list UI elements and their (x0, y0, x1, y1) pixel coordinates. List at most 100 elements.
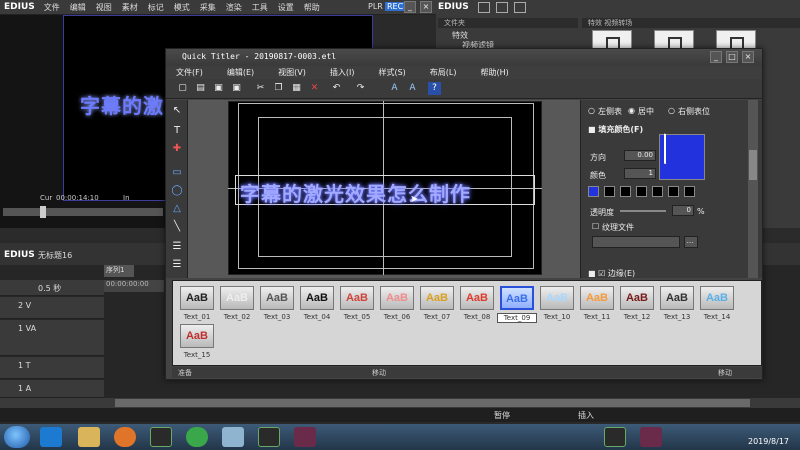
texture-checkbox[interactable]: ☐ (592, 222, 599, 231)
firefox-icon[interactable] (114, 427, 136, 447)
style-preset-item[interactable]: AaB Text_05 (337, 286, 377, 321)
style-preset-thumb[interactable]: AaB (300, 286, 334, 310)
menu-settings[interactable]: 设置 (273, 2, 299, 13)
properties-scrollbar[interactable] (748, 100, 758, 278)
undo-icon[interactable]: ↶ (330, 82, 343, 95)
align-right-radio[interactable]: ○ (668, 106, 675, 115)
opacity-slider[interactable] (620, 210, 666, 212)
folder-icon[interactable] (478, 2, 490, 13)
menu-capture[interactable]: 采集 (195, 2, 221, 13)
menu-file[interactable]: 文件 (39, 2, 65, 13)
align-left-radio[interactable]: ○ (588, 106, 595, 115)
menu-mode[interactable]: 模式 (169, 2, 195, 13)
timeline-ruler[interactable]: 00:00:00:00 (104, 280, 164, 292)
titler-menu-help[interactable]: 帮助(H) (481, 67, 509, 78)
color-swatch[interactable] (604, 186, 615, 197)
folder-icon[interactable] (78, 427, 100, 447)
app-icon[interactable] (294, 427, 316, 447)
color-swatch[interactable] (684, 186, 695, 197)
style-preset-item[interactable]: AaB Text_07 (417, 286, 457, 321)
color-swatch[interactable] (668, 186, 679, 197)
player-scrubber[interactable] (3, 208, 163, 216)
menu-help[interactable]: 帮助 (299, 2, 325, 13)
cut-icon[interactable]: ✂ (254, 82, 267, 95)
edius-icon[interactable] (150, 427, 172, 447)
color-swatch[interactable] (652, 186, 663, 197)
style-preset-item[interactable]: AaB Text_06 (377, 286, 417, 321)
edge-heading[interactable]: ■ ☑ 边缘(E) (588, 268, 635, 279)
style-preset-item[interactable]: AaB Text_13 (657, 286, 697, 321)
tray-icon[interactable] (604, 427, 626, 447)
style-preset-item[interactable]: AaB Text_15 (177, 324, 217, 359)
titler-maximize-button[interactable]: □ (726, 51, 738, 63)
color-swatch[interactable] (588, 186, 599, 197)
sequence-tab[interactable]: 序列1 (104, 265, 134, 277)
open-icon[interactable] (496, 2, 508, 13)
track-1t[interactable]: 1 T (0, 357, 104, 379)
style-preset-item[interactable]: AaB Text_09 (497, 286, 537, 323)
triangle-tool-icon[interactable]: △ (170, 202, 184, 216)
style-preset-item[interactable]: AaB Text_14 (697, 286, 737, 321)
scrubber-handle[interactable] (40, 206, 46, 218)
distribute-tool-icon[interactable]: ☰ (170, 258, 184, 272)
style-preset-item[interactable]: AaB Text_04 (297, 286, 337, 321)
select-arrow-icon[interactable]: ↖ (170, 104, 184, 118)
style-preset-thumb[interactable]: AaB (180, 324, 214, 348)
ellipse-tool-icon[interactable]: ◯ (170, 184, 184, 198)
start-button[interactable] (4, 426, 30, 448)
app-icon[interactable] (222, 427, 244, 447)
style-preset-thumb[interactable]: AaB (180, 286, 214, 310)
style-preset-item[interactable]: AaB Text_11 (577, 286, 617, 321)
save-as-icon[interactable]: ▣ (230, 82, 243, 95)
menu-tools[interactable]: 工具 (247, 2, 273, 13)
style-preset-item[interactable]: AaB Text_10 (537, 286, 577, 321)
style-preset-item[interactable]: AaB Text_01 (177, 286, 217, 321)
titler-close-button[interactable]: × (742, 51, 754, 63)
style-preset-thumb[interactable]: AaB (500, 286, 534, 310)
titler-menu-view[interactable]: 视图(V) (278, 67, 306, 78)
move-tool-icon[interactable]: ✚ (170, 142, 184, 156)
style-preset-thumb[interactable]: AaB (420, 286, 454, 310)
text-style-icon[interactable]: A (388, 82, 401, 95)
style-preset-thumb[interactable]: AaB (460, 286, 494, 310)
edius-icon[interactable] (258, 427, 280, 447)
texture-path-input[interactable] (592, 236, 680, 248)
menu-clip[interactable]: 素材 (117, 2, 143, 13)
sequence-name[interactable]: 无标题16 (38, 250, 72, 261)
style-preset-thumb[interactable]: AaB (220, 286, 254, 310)
save-icon[interactable]: ▣ (212, 82, 225, 95)
text-style-icon[interactable]: A (406, 82, 419, 95)
menu-edit[interactable]: 编辑 (65, 2, 91, 13)
browser-icon[interactable] (186, 427, 208, 447)
ie-icon[interactable] (40, 427, 62, 447)
track-1va[interactable]: 1 VA (0, 320, 104, 356)
direction-input[interactable]: 0.00 (624, 150, 656, 161)
properties-scroll-thumb[interactable] (749, 150, 757, 180)
align-tool-icon[interactable]: ☰ (170, 240, 184, 254)
style-preset-thumb[interactable]: AaB (540, 286, 574, 310)
zoom-level[interactable]: 0.5 秒 (38, 283, 61, 294)
style-preset-thumb[interactable]: AaB (580, 286, 614, 310)
copy-icon[interactable]: ❐ (272, 82, 285, 95)
browse-button[interactable]: ... (684, 236, 698, 248)
text-tool-icon[interactable]: T (170, 124, 184, 138)
open-icon[interactable]: ▤ (194, 82, 207, 95)
new-icon[interactable]: ▢ (176, 82, 189, 95)
plr-label[interactable]: PLR (368, 2, 383, 11)
paste-icon[interactable]: ▦ (290, 82, 303, 95)
titler-menu-file[interactable]: 文件(F) (176, 67, 203, 78)
title-text-object[interactable]: 字幕的激光效果怎么制作 (240, 178, 471, 207)
opacity-input[interactable]: 0 (672, 205, 694, 216)
redo-icon[interactable]: ↷ (354, 82, 367, 95)
style-preset-item[interactable]: AaB Text_03 (257, 286, 297, 321)
menu-render[interactable]: 渲染 (221, 2, 247, 13)
menu-view[interactable]: 视图 (91, 2, 117, 13)
titler-minimize-button[interactable]: _ (710, 51, 722, 63)
style-preset-thumb[interactable]: AaB (380, 286, 414, 310)
minimize-button[interactable]: _ (404, 1, 416, 13)
rec-label[interactable]: REC (385, 2, 406, 11)
tray-icon[interactable] (640, 427, 662, 447)
track-2v[interactable]: 2 V (0, 297, 104, 319)
track-1a[interactable]: 1 A (0, 380, 104, 398)
scrollbar-thumb[interactable] (115, 399, 750, 407)
